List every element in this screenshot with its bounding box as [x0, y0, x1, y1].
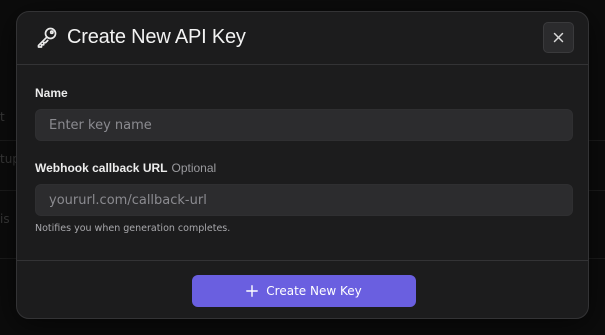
- webhook-url-input[interactable]: [35, 184, 573, 216]
- create-api-key-dialog: Create New API Key Name Webhook callback…: [16, 11, 589, 319]
- plus-icon: [246, 285, 259, 297]
- close-icon: [553, 32, 564, 43]
- background-text: t: [0, 110, 5, 124]
- webhook-hint: Notifies you when generation completes.: [35, 223, 231, 234]
- create-new-key-label: Create New Key: [266, 284, 362, 298]
- footer-divider: [17, 260, 588, 261]
- dialog-title: Create New API Key: [67, 26, 246, 48]
- background-text: is: [0, 212, 10, 226]
- close-button[interactable]: [543, 22, 574, 53]
- dialog-header: Create New API Key: [17, 12, 588, 65]
- optional-tag: Optional: [171, 161, 217, 175]
- webhook-label-text: Webhook callback URL: [35, 161, 168, 175]
- create-new-key-button[interactable]: Create New Key: [192, 275, 416, 307]
- name-label: Name: [35, 86, 68, 100]
- name-input[interactable]: [35, 109, 573, 141]
- key-icon: [37, 27, 57, 48]
- webhook-label: Webhook callback URL Optional: [35, 161, 216, 175]
